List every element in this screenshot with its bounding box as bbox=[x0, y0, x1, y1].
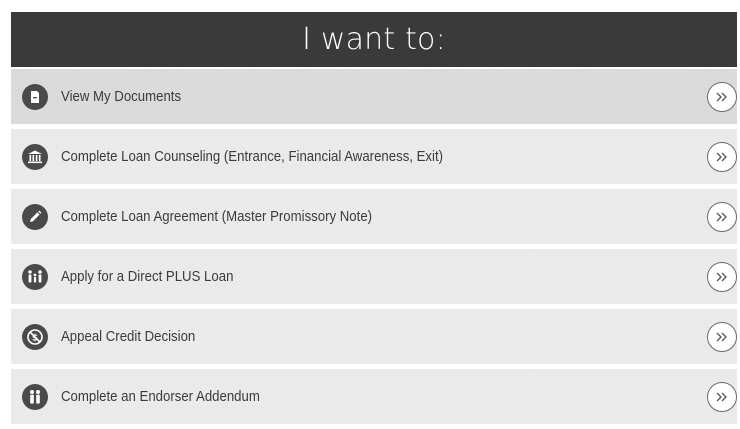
action-apply-direct-plus-loan[interactable]: Apply for a Direct PLUS Loan bbox=[11, 249, 737, 304]
action-complete-loan-counseling[interactable]: Complete Loan Counseling (Entrance, Fina… bbox=[11, 129, 737, 184]
family-icon bbox=[22, 263, 48, 290]
action-view-my-documents[interactable]: View My Documents bbox=[11, 69, 737, 124]
people-icon bbox=[22, 383, 48, 410]
no-dollar-icon: $ bbox=[22, 323, 48, 350]
action-complete-endorser-addendum[interactable]: Complete an Endorser Addendum bbox=[11, 369, 737, 424]
pencil-icon bbox=[22, 203, 48, 230]
panel-header: I want to: bbox=[11, 12, 737, 67]
chevron-double-right-icon[interactable] bbox=[707, 81, 737, 112]
svg-text:$: $ bbox=[32, 333, 38, 343]
panel-title: I want to: bbox=[302, 22, 446, 57]
action-complete-loan-agreement[interactable]: Complete Loan Agreement (Master Promisso… bbox=[11, 189, 737, 244]
action-label: Apply for a Direct PLUS Loan bbox=[61, 268, 234, 285]
action-label: View My Documents bbox=[61, 88, 182, 105]
chevron-double-right-icon[interactable] bbox=[707, 141, 737, 172]
chevron-double-right-icon[interactable] bbox=[707, 321, 737, 352]
action-label: Complete Loan Agreement (Master Promisso… bbox=[61, 208, 373, 225]
action-label: Appeal Credit Decision bbox=[61, 328, 196, 345]
bank-icon bbox=[22, 143, 48, 170]
action-appeal-credit-decision[interactable]: $ Appeal Credit Decision bbox=[11, 309, 737, 364]
chevron-double-right-icon[interactable] bbox=[707, 381, 737, 412]
action-label: Complete Loan Counseling (Entrance, Fina… bbox=[61, 148, 444, 165]
action-list: View My Documents Complete Loan Counseli… bbox=[11, 69, 737, 424]
i-want-to-panel: I want to: View My Documents Complete Lo… bbox=[11, 12, 737, 429]
document-icon bbox=[22, 83, 48, 110]
chevron-double-right-icon[interactable] bbox=[707, 261, 737, 292]
action-label: Complete an Endorser Addendum bbox=[61, 388, 260, 405]
chevron-double-right-icon[interactable] bbox=[707, 201, 737, 232]
